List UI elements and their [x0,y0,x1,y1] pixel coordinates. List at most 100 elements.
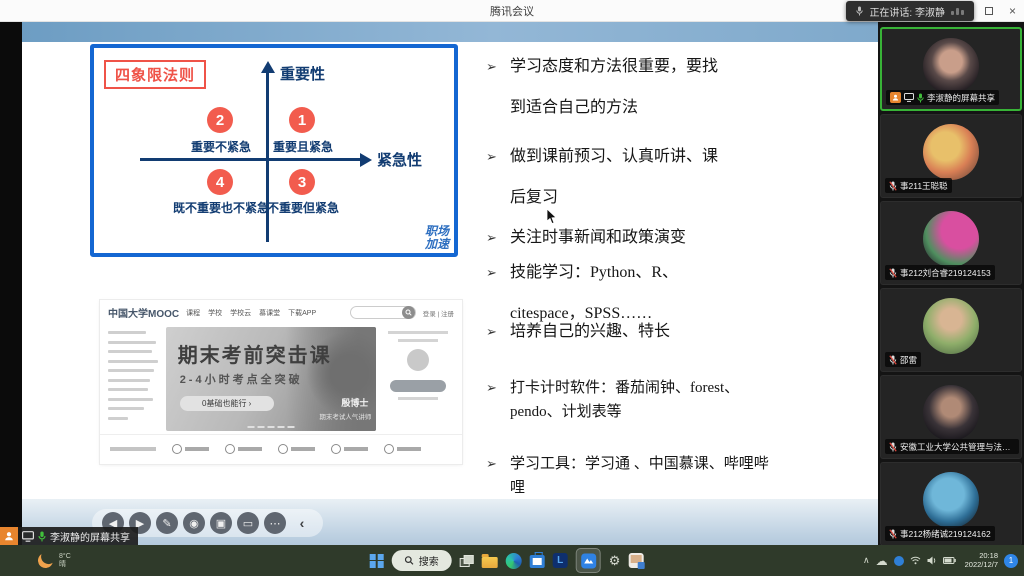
collapse-toolbar-button[interactable]: ‹ [291,512,313,534]
mic-muted-icon [889,442,897,452]
mooc-banner: 期末考前突击课 2-4小时考点全突破 0基础也能行 › 殷博士 期末考试人气讲师 [166,327,377,431]
bullet-marker: ➢ [480,376,510,424]
more-options-button[interactable]: ⋯ [264,512,286,534]
quadrant-2-label: 重要不紧急 [191,138,251,155]
participant-tile-lishujing[interactable]: 李淑静的屏幕共享 [880,27,1022,111]
bullet-item: ➢关注时事新闻和政策演变 [480,222,880,254]
microsoft-store-icon[interactable] [530,555,545,568]
participant-label: 事212刘合睿219124153 [885,265,995,280]
settings-gear-icon[interactable]: ⚙ [609,554,621,567]
bullet-item: ➢做到课前预习、认真听讲、课后复习 [480,136,880,218]
participant-tile[interactable]: 事212杨绪诚219124162 [880,462,1022,546]
university-logo [172,444,209,454]
notification-badge[interactable]: 1 [1004,554,1018,568]
task-view-button[interactable] [460,555,474,567]
university-logo [278,444,315,454]
comment-button[interactable]: ▭ [237,512,259,534]
close-window-button[interactable]: × [1009,0,1016,22]
bullet-text: 学习态度和方法很重要，要找到适合自己的方法 [510,46,728,128]
edge-browser-icon[interactable] [506,553,522,569]
quadrant-1-number: 1 [289,107,315,133]
bullet-text: 做到课前预习、认真听讲、课后复习 [510,136,728,218]
watermark-logo: 职场 加速 [425,225,449,251]
partner-caption [110,447,156,451]
wifi-icon[interactable] [910,556,921,565]
carousel-dots [248,426,295,428]
quadrant-3-label: 不重要但紧急 [267,199,339,216]
tencent-meeting-window: 腾讯会议 正在讲话: 李淑静 × 四象限法则 重要性 紧急性 2 1 [0,0,1024,576]
tray-blue-app-icon[interactable] [894,556,904,566]
avatar [407,349,429,371]
banner-title: 期末考前突击课 [178,339,332,368]
volume-icon[interactable] [927,556,937,565]
meeting-stage: 四象限法则 重要性 紧急性 2 1 4 3 重要不紧急 重要且紧急 既不重要也不… [0,22,1024,545]
y-axis-label: 重要性 [280,63,325,84]
camera-button[interactable]: ▣ [210,512,232,534]
moon-weather-icon [36,551,54,569]
window-title: 腾讯会议 [490,3,534,19]
taskbar-weather-widget[interactable]: 8°C 晴 [38,545,71,576]
taskbar-search[interactable]: 搜索 [392,550,452,571]
quadrant-2-number: 2 [207,107,233,133]
mooc-login-card [382,327,454,431]
search-icon [402,306,415,319]
search-label: 搜索 [419,553,439,568]
participant-name: 事212杨绪诚219124162 [900,528,991,540]
screen-share-icon [22,531,34,542]
mooc-login-button [390,380,446,392]
quadrant-title: 四象限法则 [104,60,206,89]
clock-date: 2022/12/7 [965,561,998,570]
mic-muted-icon [889,181,897,191]
photos-app-icon[interactable] [628,553,643,568]
participant-name: 安徽工业大学公共管理与法学院叶冰... [900,441,1015,453]
taskbar-clock[interactable]: 20:18 2022/12/7 [965,552,998,569]
mooc-nav: 课程 学校 学校云 慕课堂 下载APP [186,308,316,318]
participant-label: 邵雷 [885,352,921,367]
meeting-app-icon [580,553,596,569]
file-explorer-icon[interactable] [482,557,498,568]
tray-chevron-icon[interactable]: ∧ [863,556,870,565]
participant-tile[interactable]: 邵雷 [880,288,1022,372]
battery-icon[interactable] [943,557,956,564]
quadrant-4-label: 既不重要也不紧急 [173,199,269,216]
avatar [923,298,979,354]
participant-label: 事211王聪聪 [885,178,952,193]
shared-screen-slide: 四象限法则 重要性 紧急性 2 1 4 3 重要不紧急 重要且紧急 既不重要也不… [22,22,878,545]
y-axis [266,72,269,242]
participant-tile[interactable]: 事212刘合睿219124153 [880,201,1022,285]
mic-on-icon [38,531,46,542]
x-axis-arrow [360,153,372,167]
bullet-marker: ➢ [480,136,510,218]
teacher-name: 殷博士 [341,396,368,409]
participant-label: 安徽工业大学公共管理与法学院叶冰... [885,439,1019,454]
participant-tile[interactable]: 安徽工业大学公共管理与法学院叶冰... [880,375,1022,459]
mooc-category-list [108,327,160,431]
search-icon [405,556,414,565]
mic-muted-icon [889,268,897,278]
tencent-meeting-taskbar-icon[interactable] [576,548,601,573]
pen-tool-button[interactable]: ✎ [156,512,178,534]
mooc-body: 期末考前突击课 2-4小时考点全突破 0基础也能行 › 殷博士 期末考试人气讲师 [100,325,462,431]
onedrive-cloud-icon[interactable]: ☁ [876,555,888,567]
system-tray: ∧ ☁ 20:18 2022/12/7 1 [863,545,1018,576]
bullet-text: 学习工具：学习通 、中国慕课、哔哩哔哩 [510,452,778,500]
banner-button: 0基础也能行 › [180,396,274,411]
mooc-nav-item: 学校云 [230,308,251,318]
mooc-website-screenshot: 中国大学MOOC 课程 学校 学校云 慕课堂 下载APP 登录 | 注册 [100,300,462,464]
mooc-auth-links: 登录 | 注册 [423,308,454,318]
participant-name: 李淑静的屏幕共享 [927,92,995,104]
restore-window-button[interactable] [985,7,993,15]
laser-pointer-button[interactable]: ◉ [183,512,205,534]
mooc-partner-row [100,434,462,462]
university-logo [384,444,421,454]
participant-strip: 李淑静的屏幕共享 事211王聪聪 事212刘合睿219124153 [878,22,1024,545]
participant-name: 邵雷 [900,354,917,366]
mooc-nav-item: 下载APP [288,308,316,318]
start-button[interactable] [370,554,384,568]
participant-label: 事212杨绪诚219124162 [885,526,995,541]
participant-tile[interactable]: 事211王聪聪 [880,114,1022,198]
mooc-nav-item: 课程 [186,308,200,318]
university-logo [331,444,368,454]
presenter-icon [0,527,18,545]
blue-l-app-icon[interactable]: L [553,553,568,568]
